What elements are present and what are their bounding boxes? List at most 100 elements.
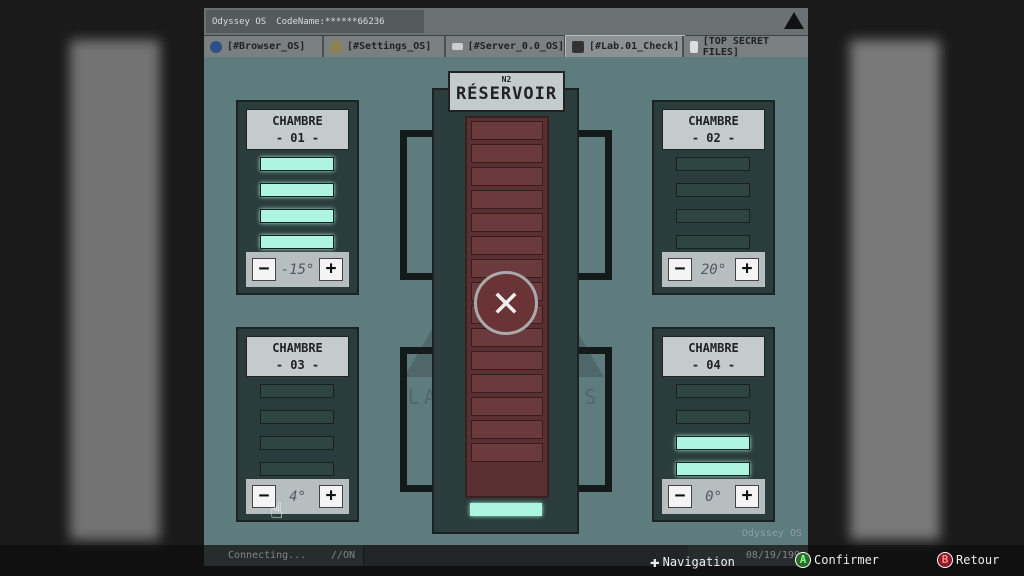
codename-value: ******66236 xyxy=(324,16,385,27)
close-icon[interactable]: ✕ xyxy=(474,271,538,335)
chamber-level-bar xyxy=(676,235,750,249)
increase-button[interactable]: + xyxy=(734,485,759,508)
reservoir-level-cell xyxy=(470,503,542,516)
chamber-level-bar xyxy=(260,410,334,424)
connector-bracket xyxy=(578,130,612,280)
increase-button[interactable]: + xyxy=(734,258,759,281)
title-box: Odyssey OS CodeName:******66236 xyxy=(206,10,424,33)
reservoir-cell xyxy=(471,420,543,439)
chamber-title: CHAMBRE xyxy=(272,341,323,355)
a-button-icon: A xyxy=(795,552,811,568)
decrease-button[interactable]: − xyxy=(252,258,276,281)
reservoir-cell xyxy=(471,167,543,186)
chamber-level-bar xyxy=(260,384,334,398)
chamber-level-bar xyxy=(260,183,334,197)
dpad-icon: ✚ xyxy=(650,552,660,571)
temperature-value: -15° xyxy=(280,261,315,278)
reservoir-cell xyxy=(471,190,543,209)
reservoir-cell xyxy=(471,443,543,462)
globe-icon xyxy=(210,40,222,53)
chamber-title: CHAMBRE xyxy=(272,114,323,128)
chamber-02: CHAMBRE - 02 - −20° + xyxy=(652,100,775,295)
chamber-number: - 04 - xyxy=(691,358,736,372)
chamber-title: CHAMBRE xyxy=(688,341,739,355)
tab-browser[interactable]: [#Browser_OS] xyxy=(204,36,324,57)
reservoir-cell xyxy=(471,121,543,140)
lab-panel: EGIS LABORATORIES N2 RÉSERVOIR ✕ CHAMBRE… xyxy=(204,57,808,545)
connector-bracket xyxy=(400,347,434,492)
hint-confirm[interactable]: A Confirmer xyxy=(795,552,879,568)
b-button-icon: B xyxy=(937,552,953,568)
chamber-number: - 01 - xyxy=(275,131,320,145)
reservoir-cell xyxy=(471,236,543,255)
chamber-level-bar xyxy=(676,209,750,223)
tab-server[interactable]: [#Server_0.0_OS] xyxy=(446,36,566,57)
temperature-control: −4° + xyxy=(246,479,349,514)
chamber-level-bar xyxy=(676,436,750,450)
tab-label: [#Settings_OS] xyxy=(347,41,432,52)
reservoir-cell xyxy=(471,351,543,370)
temperature-control: −20° + xyxy=(662,252,765,287)
settings-icon xyxy=(330,40,342,53)
reservoir-cell xyxy=(471,397,543,416)
chamber-label: CHAMBRE - 04 - xyxy=(662,336,765,377)
hint-label: Confirmer xyxy=(814,553,880,567)
hint-label: Navigation xyxy=(662,554,735,569)
chamber-label: CHAMBRE - 02 - xyxy=(662,109,765,150)
os-name: Odyssey OS xyxy=(212,16,267,27)
lock-icon xyxy=(690,40,698,53)
increase-button[interactable]: + xyxy=(319,258,343,281)
hint-back[interactable]: B Retour xyxy=(937,552,999,568)
chamber-number: - 03 - xyxy=(275,358,320,372)
chamber-number: - 02 - xyxy=(691,131,736,145)
increase-button[interactable]: + xyxy=(318,485,343,508)
lab-icon xyxy=(572,40,584,53)
reservoir-cell xyxy=(471,213,543,232)
reservoir-cell xyxy=(471,144,543,163)
chamber-level-bar xyxy=(676,384,750,398)
hint-navigation: ✚ Navigation xyxy=(650,552,735,571)
decrease-button[interactable]: − xyxy=(668,258,692,281)
tab-lab-check[interactable]: [#Lab.01_Check] xyxy=(565,35,685,58)
tab-bar: [#Browser_OS] [#Settings_OS] [#Server_0.… xyxy=(204,35,808,58)
connector-bracket xyxy=(400,130,434,280)
hint-label: Retour xyxy=(956,553,1000,567)
chamber-level-bar xyxy=(260,235,334,249)
server-icon xyxy=(452,43,463,50)
chamber-03: CHAMBRE - 03 - −4° + xyxy=(236,327,359,522)
chamber-level-bar xyxy=(260,436,334,450)
tab-label: [#Server_0.0_OS] xyxy=(467,41,564,52)
tab-settings[interactable]: [#Settings_OS] xyxy=(324,36,446,57)
chamber-04: CHAMBRE - 04 - −0° + xyxy=(652,327,775,522)
decrease-button[interactable]: − xyxy=(668,485,692,508)
background-right xyxy=(850,40,940,540)
temperature-value: 0° xyxy=(705,488,722,505)
reservoir: N2 RÉSERVOIR ✕ xyxy=(432,71,579,534)
background-left xyxy=(70,40,160,540)
chamber-label: CHAMBRE - 03 - xyxy=(246,336,349,377)
chamber-title: CHAMBRE xyxy=(688,114,739,128)
tab-label: [#Browser_OS] xyxy=(227,41,306,52)
chamber-level-bar xyxy=(260,209,334,223)
temperature-control: − -15° + xyxy=(246,252,349,287)
os-window: Odyssey OS CodeName:******66236 [#Browse… xyxy=(204,8,808,566)
chamber-level-bar xyxy=(260,462,334,476)
title-bar: Odyssey OS CodeName:******66236 xyxy=(204,8,808,35)
chamber-level-bar xyxy=(260,157,334,171)
chamber-level-bar xyxy=(676,462,750,476)
temperature-value: 4° xyxy=(289,488,306,505)
chamber-01: CHAMBRE - 01 - − -15° + xyxy=(236,100,359,295)
reservoir-label: N2 RÉSERVOIR xyxy=(448,71,565,112)
chamber-label: CHAMBRE - 01 - xyxy=(246,109,349,150)
chamber-level-bar xyxy=(676,183,750,197)
logo-icon xyxy=(784,12,804,29)
chamber-level-bar xyxy=(676,410,750,424)
codename-label: CodeName: xyxy=(276,16,325,27)
footer-logo: Odyssey OS xyxy=(741,528,802,539)
reservoir-number: N2 xyxy=(501,75,512,84)
temperature-control: −0° + xyxy=(662,479,765,514)
tab-label: [TOP SECRET FILES] xyxy=(702,35,769,58)
tab-top-secret[interactable]: [TOP SECRET FILES] xyxy=(684,35,808,58)
tab-label: [#Lab.01_Check] xyxy=(589,41,680,52)
hand-cursor-icon: ☝ xyxy=(270,499,284,524)
